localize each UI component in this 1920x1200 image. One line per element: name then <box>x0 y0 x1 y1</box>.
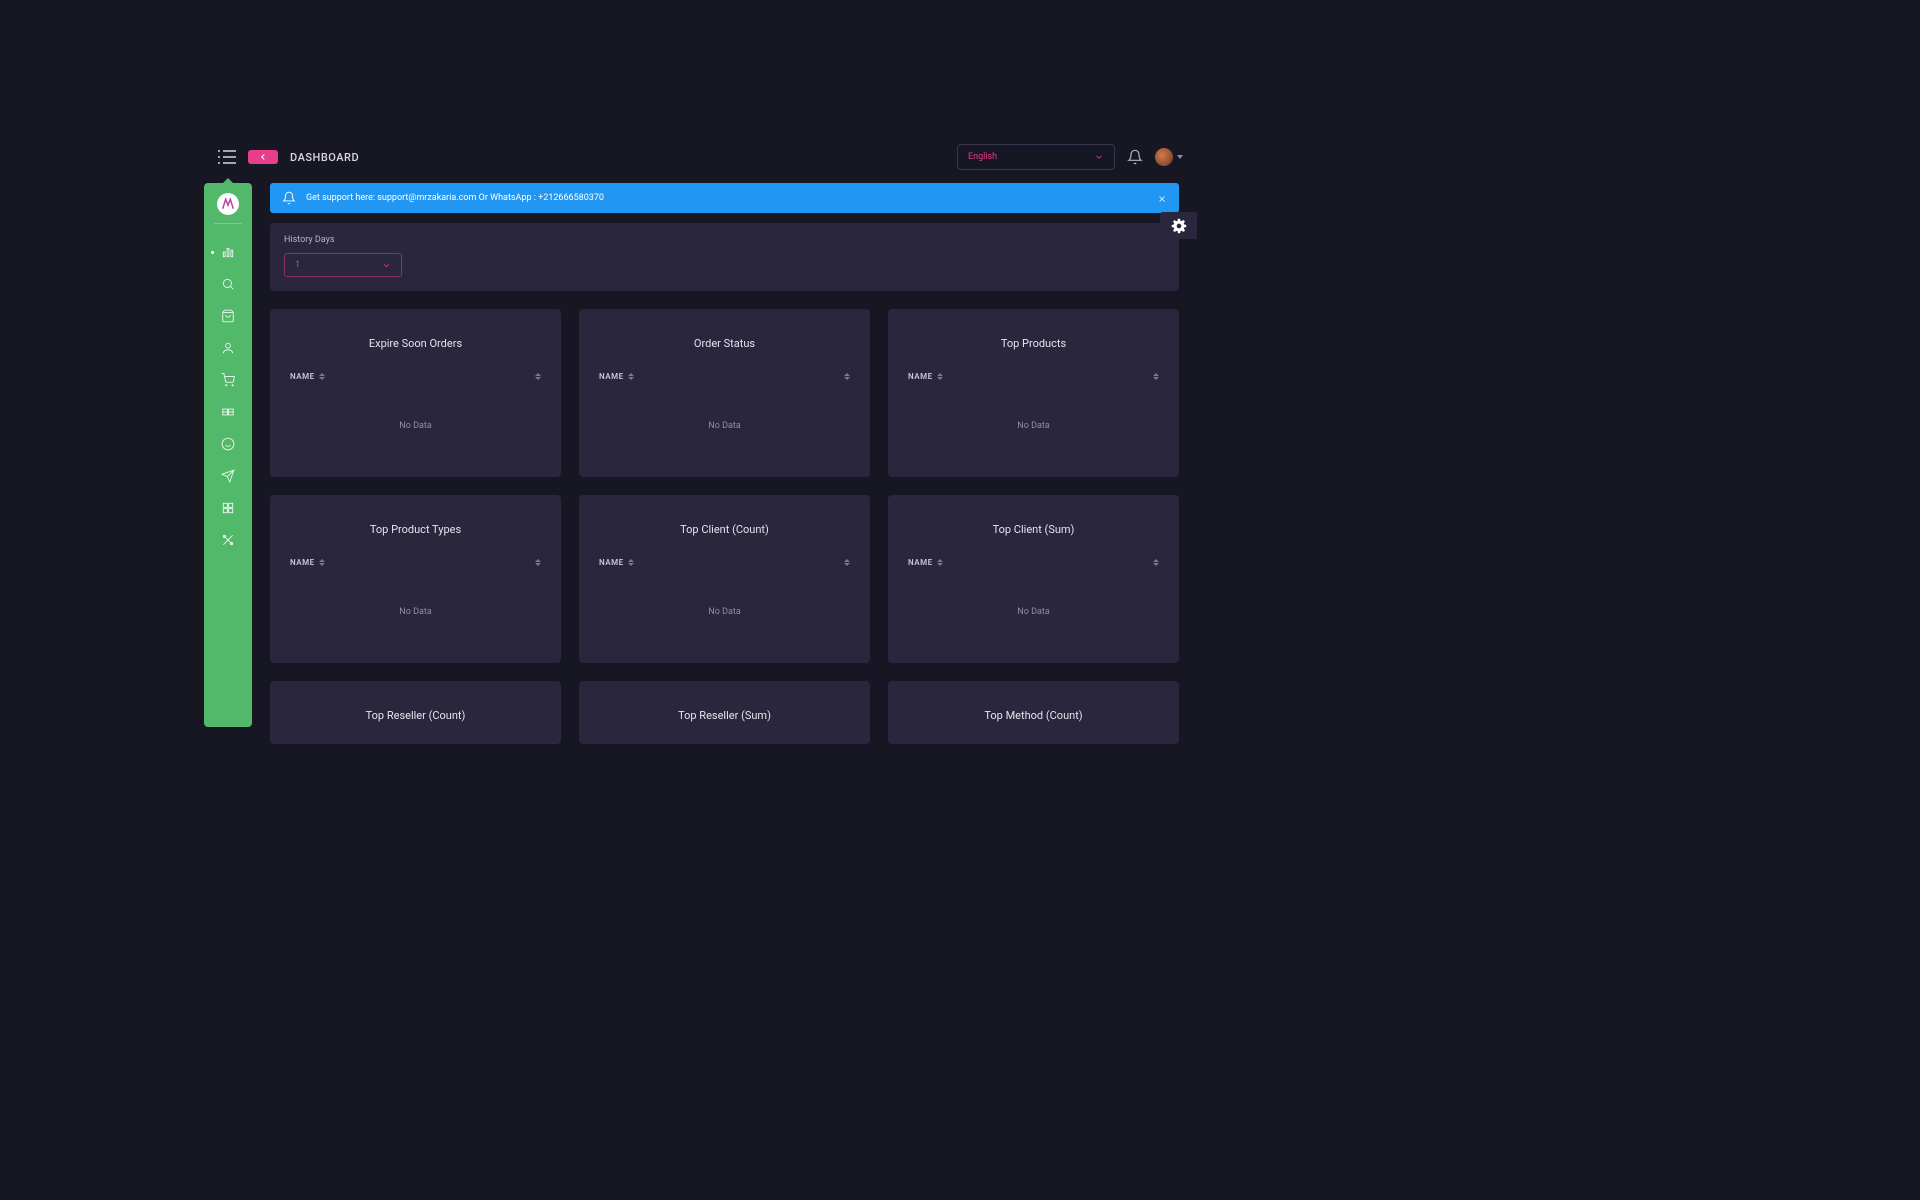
card-title: Order Status <box>597 337 852 350</box>
column-header-name[interactable]: NAME <box>599 372 634 381</box>
settings-button[interactable] <box>1160 212 1197 239</box>
sidebar-divider <box>214 223 242 224</box>
sidebar-item-search[interactable] <box>204 268 252 300</box>
card-top-reseller-count: Top Reseller (Count) <box>270 681 561 744</box>
sidebar <box>204 183 252 727</box>
card-top-client-sum: Top Client (Sum) NAME No Data <box>888 495 1179 663</box>
sidebar-item-clients[interactable] <box>204 332 252 364</box>
language-value: English <box>968 152 997 162</box>
sort-icon[interactable] <box>844 373 850 380</box>
card-title: Top Client (Count) <box>597 523 852 536</box>
no-data-text: No Data <box>906 421 1161 431</box>
page-title: DASHBOARD <box>290 151 359 164</box>
sidebar-item-config[interactable] <box>204 492 252 524</box>
card-title: Top Client (Sum) <box>906 523 1161 536</box>
alert-text: Get support here: support@mrzakaria.com … <box>306 193 604 203</box>
sidebar-item-send[interactable] <box>204 460 252 492</box>
card-order-status: Order Status NAME No Data <box>579 309 870 477</box>
card-top-reseller-sum: Top Reseller (Sum) <box>579 681 870 744</box>
chevron-down-icon <box>1177 155 1183 159</box>
history-value: 1 <box>295 260 300 270</box>
column-header-name[interactable]: NAME <box>599 558 634 567</box>
user-menu[interactable] <box>1155 148 1183 166</box>
sort-icon[interactable] <box>535 373 541 380</box>
column-header-name[interactable]: NAME <box>908 558 943 567</box>
card-grid: Expire Soon Orders NAME No Data Order St… <box>270 309 1179 744</box>
no-data-text: No Data <box>597 421 852 431</box>
no-data-text: No Data <box>906 607 1161 617</box>
alert-close-button[interactable] <box>1157 189 1167 208</box>
card-title: Top Product Types <box>288 523 543 536</box>
column-header-name[interactable]: NAME <box>290 558 325 567</box>
column-header-name[interactable]: NAME <box>290 372 325 381</box>
logo[interactable] <box>217 193 239 215</box>
bell-icon <box>282 191 296 205</box>
sort-icon[interactable] <box>535 559 541 566</box>
back-button[interactable] <box>248 150 278 164</box>
sort-icon[interactable] <box>1153 559 1159 566</box>
history-label: History Days <box>284 235 1165 245</box>
card-top-client-count: Top Client (Count) NAME No Data <box>579 495 870 663</box>
sort-icon[interactable] <box>1153 373 1159 380</box>
language-select[interactable]: English <box>957 144 1115 170</box>
card-title: Expire Soon Orders <box>288 337 543 350</box>
no-data-text: No Data <box>288 421 543 431</box>
sidebar-item-tools[interactable] <box>204 524 252 556</box>
card-top-products: Top Products NAME No Data <box>888 309 1179 477</box>
column-header-name[interactable]: NAME <box>908 372 943 381</box>
card-title: Top Products <box>906 337 1161 350</box>
card-top-product-types: Top Product Types NAME No Data <box>270 495 561 663</box>
card-expire-soon-orders: Expire Soon Orders NAME No Data <box>270 309 561 477</box>
support-alert: Get support here: support@mrzakaria.com … <box>270 183 1179 213</box>
card-title: Top Reseller (Count) <box>288 709 543 722</box>
sidebar-item-orders[interactable] <box>204 364 252 396</box>
avatar <box>1155 148 1173 166</box>
no-data-text: No Data <box>288 607 543 617</box>
sidebar-item-dashboard[interactable] <box>204 236 252 268</box>
sidebar-item-resellers[interactable] <box>204 396 252 428</box>
sidebar-item-products[interactable] <box>204 300 252 332</box>
sidebar-item-feedback[interactable] <box>204 428 252 460</box>
sort-icon[interactable] <box>844 559 850 566</box>
no-data-text: No Data <box>597 607 852 617</box>
notifications-icon[interactable] <box>1127 149 1143 165</box>
history-panel: History Days 1 <box>270 223 1179 291</box>
history-select[interactable]: 1 <box>284 253 402 277</box>
card-title: Top Method (Count) <box>906 709 1161 722</box>
menu-toggle-button[interactable] <box>218 150 236 164</box>
gear-icon <box>1171 218 1187 234</box>
card-top-method-count: Top Method (Count) <box>888 681 1179 744</box>
card-title: Top Reseller (Sum) <box>597 709 852 722</box>
